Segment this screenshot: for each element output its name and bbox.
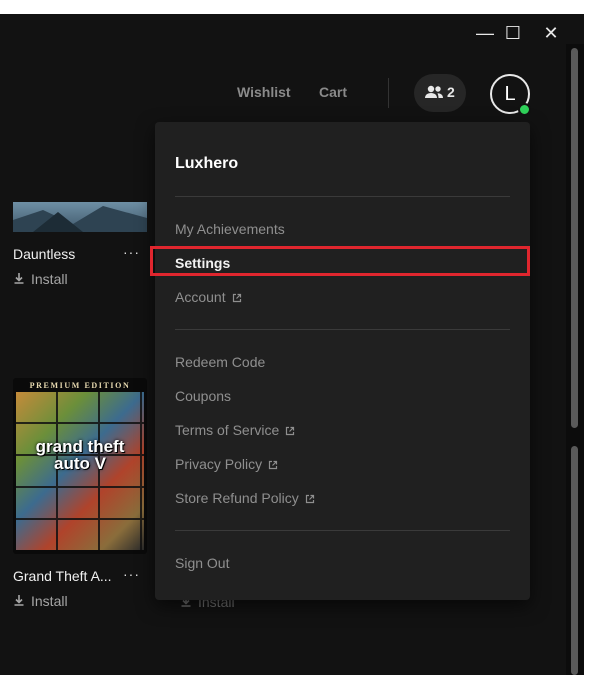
- menu-divider: [175, 530, 510, 531]
- install-label: Install: [31, 593, 68, 609]
- menu-item-account[interactable]: Account: [175, 289, 242, 305]
- game-more-options-button[interactable]: ···: [123, 566, 140, 582]
- wishlist-link[interactable]: Wishlist: [237, 84, 291, 100]
- maximize-button[interactable]: ☐: [502, 22, 524, 44]
- nav-divider: [388, 78, 389, 108]
- install-label: Install: [31, 271, 68, 287]
- scrollbar-thumb[interactable]: [571, 48, 578, 428]
- game-title-dauntless[interactable]: Dauntless: [13, 246, 75, 262]
- menu-item-privacy-policy[interactable]: Privacy Policy: [175, 456, 278, 472]
- menu-divider: [175, 196, 510, 197]
- menu-item-terms-of-service[interactable]: Terms of Service: [175, 422, 295, 438]
- menu-item-label: Account: [175, 289, 226, 305]
- game-title-gta-v[interactable]: Grand Theft A...: [13, 568, 112, 584]
- launcher-window: — ☐ ✕ Wishlist Cart 2 L Dauntless ··· In…: [0, 14, 584, 675]
- settings-highlight-box: [150, 246, 530, 276]
- game-cover-gta-v[interactable]: PREMIUM EDITION grand theft auto V: [13, 378, 147, 554]
- menu-item-store-refund-policy[interactable]: Store Refund Policy: [175, 490, 315, 506]
- scrollbar-track-lower[interactable]: [571, 446, 578, 675]
- menu-item-my-achievements[interactable]: My Achievements: [175, 221, 285, 237]
- account-dropdown-menu: Luxhero My Achievements Settings Account…: [155, 122, 530, 600]
- cart-link[interactable]: Cart: [319, 84, 347, 100]
- menu-item-sign-out[interactable]: Sign Out: [175, 555, 229, 571]
- external-link-icon: [285, 423, 295, 436]
- install-button-gta-v[interactable]: Install: [13, 593, 68, 609]
- menu-item-redeem-code[interactable]: Redeem Code: [175, 354, 265, 370]
- minimize-button[interactable]: —: [474, 22, 496, 44]
- download-icon: [13, 271, 25, 287]
- close-button[interactable]: ✕: [540, 22, 562, 44]
- menu-username: Luxhero: [175, 155, 239, 172]
- menu-item-label: Store Refund Policy: [175, 490, 299, 506]
- friends-button[interactable]: 2: [414, 74, 466, 112]
- friends-count: 2: [447, 84, 455, 100]
- install-button-dauntless[interactable]: Install: [13, 271, 68, 287]
- cover-edition-label: PREMIUM EDITION: [29, 381, 131, 390]
- game-thumbnail-dauntless[interactable]: [13, 202, 147, 232]
- external-link-icon: [305, 491, 315, 504]
- external-link-icon: [232, 290, 242, 303]
- download-icon: [13, 593, 25, 609]
- external-link-icon: [268, 457, 278, 470]
- scrollbar[interactable]: [566, 44, 584, 675]
- cover-logo: grand theft auto V: [35, 437, 125, 473]
- online-status-dot: [518, 103, 531, 116]
- menu-item-coupons[interactable]: Coupons: [175, 388, 231, 404]
- menu-divider: [175, 329, 510, 330]
- menu-item-label: Privacy Policy: [175, 456, 263, 472]
- game-more-options-button[interactable]: ···: [123, 244, 140, 260]
- friends-icon: [424, 85, 444, 104]
- menu-item-label: Terms of Service: [175, 422, 280, 438]
